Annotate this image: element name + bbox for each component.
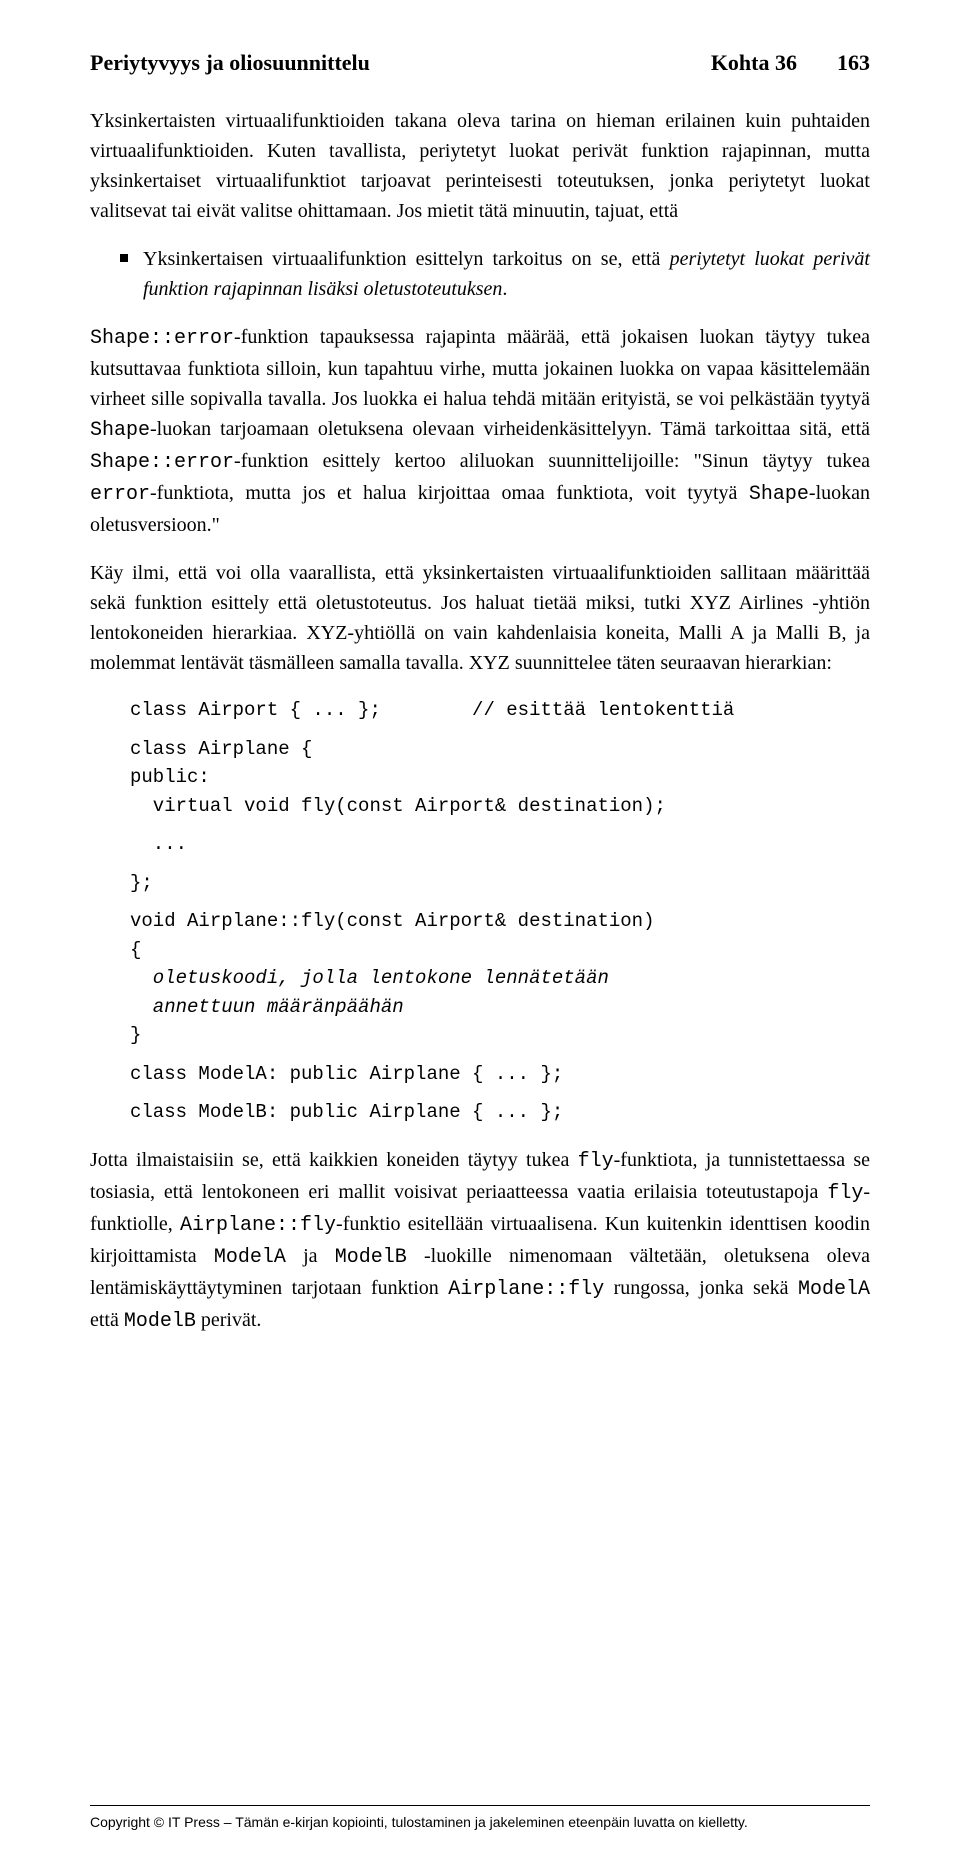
code-inline: fly bbox=[827, 1182, 863, 1205]
text-part: -funktiota, mutta jos et halua kirjoitta… bbox=[150, 482, 749, 504]
bullet-text-part: Yksinkertaisen virtuaalifunktion esittel… bbox=[143, 248, 670, 270]
bullet-marker-icon bbox=[120, 254, 128, 262]
code-inline: ModelB bbox=[335, 1246, 407, 1269]
header-page: 163 bbox=[837, 50, 870, 76]
header-section: Kohta 36 bbox=[711, 50, 797, 76]
page-header: Periytyvyys ja oliosuunnittelu Kohta 36 … bbox=[90, 50, 870, 76]
bullet-text: Yksinkertaisen virtuaalifunktion esittel… bbox=[143, 244, 870, 304]
code-inline: Shape::error bbox=[90, 327, 234, 350]
code-block-5: void Airplane::fly(const Airport& destin… bbox=[130, 907, 870, 1050]
code-inline: Shape bbox=[749, 483, 809, 506]
code-block-7: class ModelB: public Airplane { ... }; bbox=[130, 1098, 870, 1127]
code-inline: Shape bbox=[90, 419, 150, 442]
code-block-6: class ModelA: public Airplane { ... }; bbox=[130, 1060, 870, 1089]
paragraph-2: Shape::error-funktion tapauksessa rajapi… bbox=[90, 322, 870, 540]
text-part: -funktion esittely kertoo aliluokan suun… bbox=[234, 450, 870, 472]
header-right: Kohta 36 163 bbox=[711, 50, 870, 76]
text-part: Jotta ilmaistaisiin se, että kaikkien ko… bbox=[90, 1149, 578, 1171]
code-inline: Airplane::fly bbox=[448, 1278, 604, 1301]
code-text: } bbox=[130, 1024, 141, 1046]
text-part: ja bbox=[286, 1245, 335, 1267]
text-part: että bbox=[90, 1309, 124, 1331]
code-block-4: }; bbox=[130, 869, 870, 898]
code-inline: ModelB bbox=[124, 1310, 196, 1333]
code-inline: ModelA bbox=[214, 1246, 286, 1269]
footer-copyright: Copyright © IT Press – Tämän e-kirjan ko… bbox=[90, 1805, 870, 1830]
text-part: perivät. bbox=[196, 1309, 262, 1331]
header-title: Periytyvyys ja oliosuunnittelu bbox=[90, 50, 370, 76]
code-block-2: class Airplane { public: virtual void fl… bbox=[130, 735, 870, 821]
text-part: -luokan tarjoamaan oletuksena olevaan vi… bbox=[150, 418, 870, 440]
paragraph-3: Käy ilmi, että voi olla vaarallista, ett… bbox=[90, 558, 870, 678]
code-inline: Airplane::fly bbox=[180, 1214, 336, 1237]
bullet-text-end: . bbox=[502, 278, 507, 300]
paragraph-4: Jotta ilmaistaisiin se, että kaikkien ko… bbox=[90, 1145, 870, 1337]
code-inline: Shape::error bbox=[90, 451, 234, 474]
code-italic: oletuskoodi, jolla lentokone lennätetään… bbox=[130, 967, 609, 1018]
code-block-3: ... bbox=[130, 830, 870, 859]
code-block-1: class Airport { ... }; // esittää lentok… bbox=[130, 696, 870, 725]
code-inline: ModelA bbox=[798, 1278, 870, 1301]
code-inline: error bbox=[90, 483, 150, 506]
code-inline: fly bbox=[578, 1150, 614, 1173]
bullet-item: Yksinkertaisen virtuaalifunktion esittel… bbox=[120, 244, 870, 304]
code-text: void Airplane::fly(const Airport& destin… bbox=[130, 910, 655, 961]
paragraph-1: Yksinkertaisten virtuaalifunktioiden tak… bbox=[90, 106, 870, 226]
text-part: rungossa, jonka sekä bbox=[604, 1277, 798, 1299]
